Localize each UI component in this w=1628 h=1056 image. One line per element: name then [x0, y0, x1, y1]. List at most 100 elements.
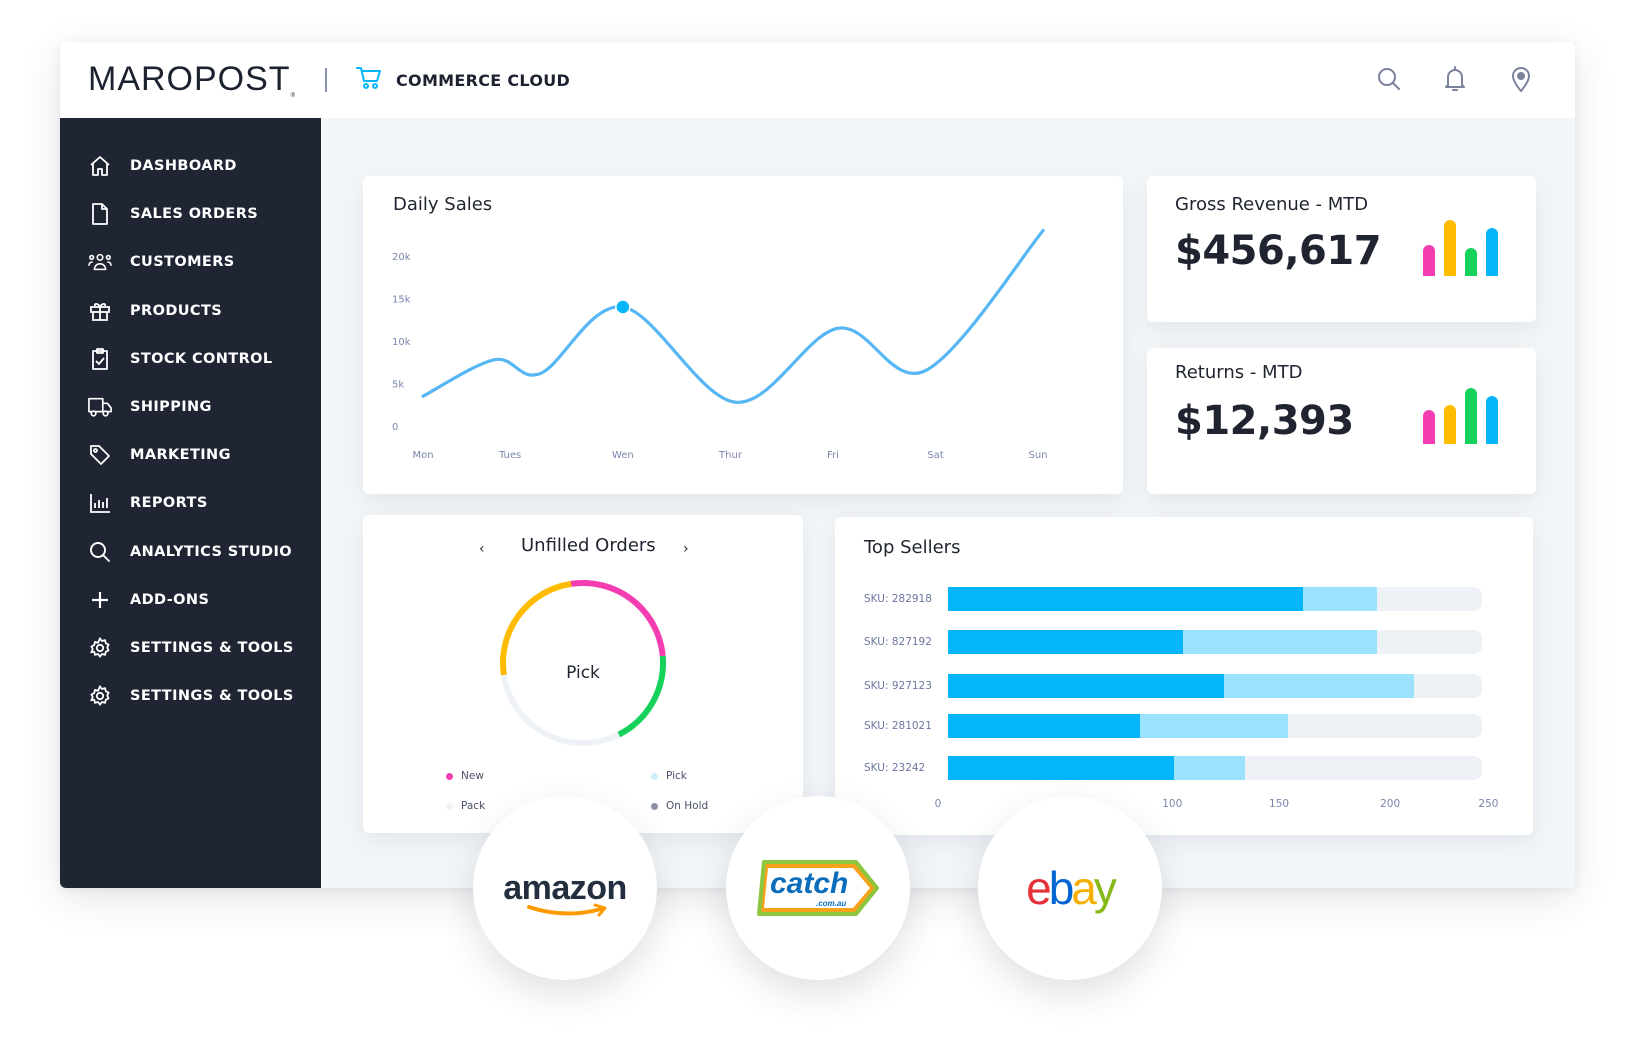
sidebar-item-dashboard[interactable]: DASHBOARD	[60, 142, 321, 190]
sku-track	[948, 756, 1482, 780]
legend-label: New	[461, 770, 484, 782]
x-tick-label: Thur	[718, 450, 743, 461]
sidebar-item-label: SHIPPING	[130, 399, 212, 416]
catch-domain: .com.au	[816, 899, 847, 908]
top-sellers-card: Top Sellers SKU: 282918 SKU: 827192 SKU: 9…	[835, 517, 1533, 835]
x-tick-label: 200	[1380, 798, 1401, 810]
sidebar-item-add-ons[interactable]: ADD-ONS	[60, 576, 321, 624]
catch-marketplace[interactable]: catch .com.au	[726, 796, 910, 980]
clipboard-check-icon	[88, 347, 112, 371]
x-tick-label: Tues	[498, 450, 521, 461]
sku-track	[948, 714, 1482, 738]
donut-segment[interactable]	[570, 580, 666, 657]
ebay-letter-b: b	[1048, 862, 1075, 914]
sidebar-item-label: SETTINGS & TOOLS	[130, 639, 294, 656]
map-pin-icon[interactable]	[1507, 64, 1535, 94]
registered-mark: ®	[290, 93, 296, 99]
legend-dot	[446, 772, 453, 780]
sku-bar-primary	[948, 630, 1183, 654]
sidebar-item-label: MARKETING	[130, 447, 231, 464]
daily-sales-chart: 0 5k 10k 15k 20k Mon Tues Wen Thur Fri Sat Sun	[392, 228, 1048, 461]
mini-bar	[1444, 220, 1456, 276]
product-switcher[interactable]: COMMERCE CLOUD	[356, 66, 570, 94]
gross-revenue-card: Gross Revenue - MTD $456,617	[1147, 176, 1536, 322]
highlight-point[interactable]	[615, 299, 631, 315]
x-tick-label: 0	[934, 798, 942, 810]
donut-center-label: Pick	[566, 663, 600, 683]
gross-revenue-value: $456,617	[1175, 228, 1382, 274]
sku-track	[948, 587, 1482, 611]
legend-pack[interactable]: Pack	[446, 800, 485, 812]
sku-row[interactable]: SKU: 927123	[864, 674, 1504, 698]
gear-icon	[88, 636, 112, 660]
donut-segment[interactable]	[500, 580, 572, 676]
mini-bar	[1465, 388, 1477, 444]
legend-dot	[651, 802, 658, 810]
ebay-letter-e: e	[1026, 862, 1052, 914]
sidebar-item-settings-tools[interactable]: SETTINGS & TOOLS	[60, 624, 321, 672]
legend-label: On Hold	[666, 800, 709, 812]
sidebar-item-label: STOCK CONTROL	[130, 350, 273, 367]
sku-label: SKU: 281021	[864, 720, 932, 732]
sku-label: SKU: 282918	[864, 593, 932, 605]
returns-title: Returns - MTD	[1175, 362, 1303, 383]
legend-new[interactable]: New	[446, 770, 484, 782]
x-tick-label: 100	[1162, 798, 1183, 810]
ebay-letter-a: a	[1071, 862, 1097, 914]
plus-icon	[88, 588, 112, 612]
sidebar-item-label: SALES ORDERS	[130, 206, 259, 223]
sidebar-item-analytics-studio[interactable]: ANALYTICS STUDIO	[60, 528, 321, 576]
sku-row[interactable]: SKU: 281021	[864, 714, 1504, 738]
sidebar-item-settings-tools-2[interactable]: SETTINGS & TOOLS	[60, 672, 321, 720]
sidebar-item-sales-orders[interactable]: SALES ORDERS	[60, 190, 321, 238]
sidebar-item-shipping[interactable]: SHIPPING	[60, 383, 321, 431]
gross-revenue-title: Gross Revenue - MTD	[1175, 194, 1369, 215]
users-icon	[88, 250, 112, 274]
x-tick-label: Sun	[1028, 450, 1047, 461]
x-tick-label: Sat	[927, 450, 943, 461]
gift-icon	[88, 299, 112, 323]
ebay-letter-y: y	[1093, 862, 1117, 914]
unfilled-orders-title: Unfilled Orders	[521, 535, 656, 556]
next-button[interactable]: ›	[683, 541, 689, 557]
donut-segment[interactable]	[500, 674, 621, 746]
mini-bar	[1486, 396, 1498, 444]
search-icon[interactable]	[1375, 64, 1403, 94]
sku-label: SKU: 23242	[864, 762, 926, 774]
sku-bar-primary	[948, 714, 1141, 738]
sidebar-item-products[interactable]: PRODUCTS	[60, 287, 321, 335]
sidebar-item-customers[interactable]: CUSTOMERS	[60, 238, 321, 286]
daily-sales-card: Daily Sales 0 5k 10k 15k 20k Mon Tues Wen Thur Fr…	[363, 176, 1123, 494]
maropost-logo[interactable]: MAROPOST®	[88, 60, 296, 99]
previous-button[interactable]: ‹	[479, 541, 485, 557]
sidebar-item-stock-control[interactable]: STOCK CONTROL	[60, 335, 321, 383]
legend-pick[interactable]: Pick	[651, 770, 687, 782]
unfilled-orders-card: ‹ Unfilled Orders › Pick New Pick Pack O…	[363, 515, 803, 833]
legend-on-hold[interactable]: On Hold	[651, 800, 708, 812]
x-tick-label: Fri	[827, 450, 839, 461]
sidebar-item-label: ADD-ONS	[130, 591, 210, 608]
ebay-logo: ebay	[1026, 861, 1117, 915]
y-tick-label: 15k	[392, 295, 411, 306]
ebay-marketplace[interactable]: ebay	[978, 796, 1162, 980]
sidebar-item-marketing[interactable]: MARKETING	[60, 431, 321, 479]
amazon-marketplace[interactable]: amazon	[473, 796, 657, 980]
returns-value: $12,393	[1175, 398, 1354, 444]
mini-bar	[1465, 248, 1477, 276]
sku-row[interactable]: SKU: 827192	[864, 630, 1504, 654]
sku-bar-primary	[948, 587, 1303, 611]
brand-name: MAROPOST	[88, 60, 291, 98]
sku-row[interactable]: SKU: 23242	[864, 756, 1504, 780]
x-tick-label: 250	[1478, 798, 1499, 810]
amazon-logo: amazon	[503, 869, 627, 916]
mini-bar	[1486, 228, 1498, 276]
sku-row[interactable]: SKU: 282918	[864, 587, 1504, 611]
gear-icon	[88, 684, 112, 708]
gross-revenue-sparkbars	[1423, 216, 1498, 276]
x-tick-label: Wen	[612, 450, 634, 461]
x-tick-label: 150	[1269, 798, 1290, 810]
y-tick-label: 0	[392, 422, 398, 433]
sku-bar-primary	[948, 674, 1224, 698]
sidebar-item-reports[interactable]: REPORTS	[60, 479, 321, 527]
bell-icon[interactable]	[1441, 64, 1469, 94]
